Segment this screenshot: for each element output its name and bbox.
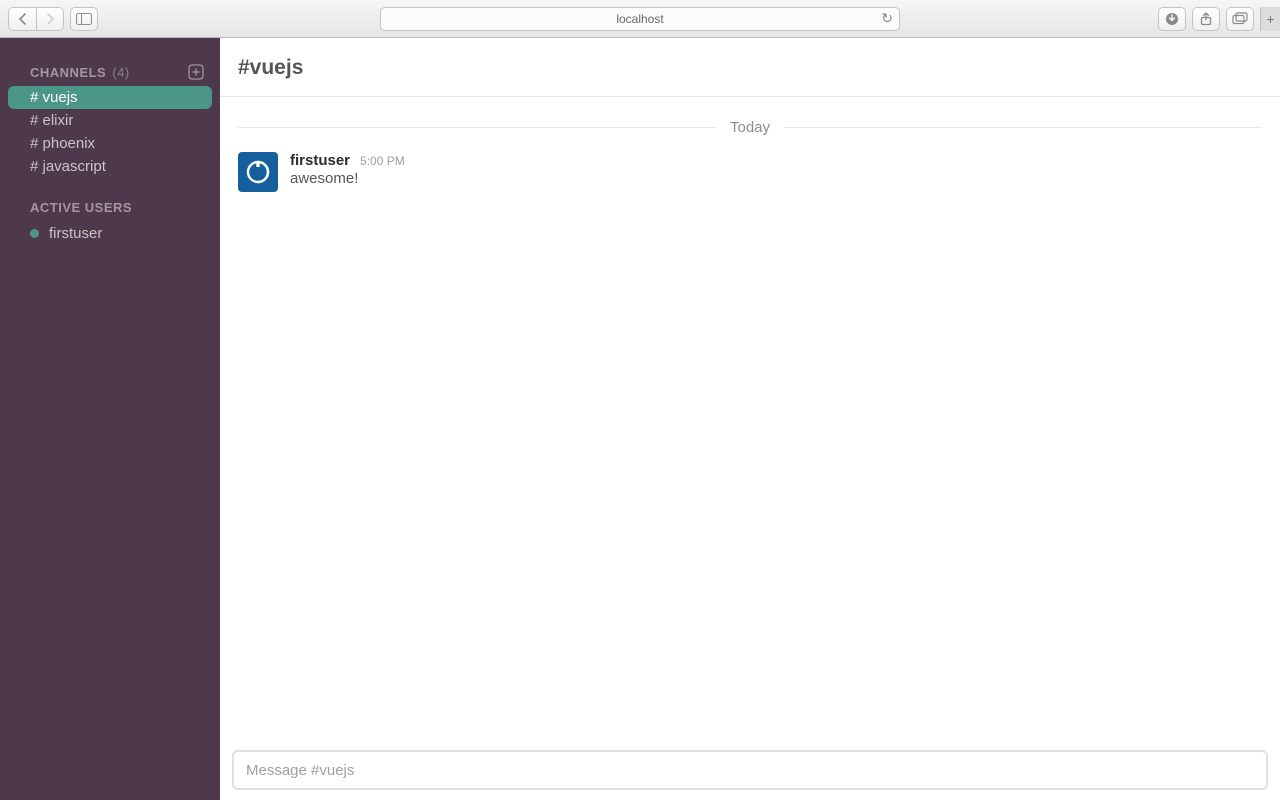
avatar[interactable] xyxy=(238,152,278,192)
sidebar-item-elixir[interactable]: # elixir xyxy=(0,109,220,132)
sidebar-item-vuejs[interactable]: # vuejs xyxy=(8,86,212,109)
address-bar[interactable]: localhost ↻ xyxy=(380,7,900,31)
message-list[interactable]: Today firstuser 5:00 PM awesome! xyxy=(220,97,1280,740)
address-text: localhost xyxy=(616,12,663,26)
message-time: 5:00 PM xyxy=(360,154,405,168)
downloads-button[interactable] xyxy=(1158,7,1186,31)
channel-label: # elixir xyxy=(30,112,73,129)
channel-label: # phoenix xyxy=(30,135,95,152)
sidebar-item-javascript[interactable]: # javascript xyxy=(0,155,220,178)
share-button[interactable] xyxy=(1192,7,1220,31)
channel-list: # vuejs # elixir # phoenix # javascript xyxy=(0,86,220,178)
sidebar-item-phoenix[interactable]: # phoenix xyxy=(0,132,220,155)
nav-back-button[interactable] xyxy=(8,7,36,31)
channels-title: CHANNELS xyxy=(30,65,106,80)
reload-icon[interactable]: ↻ xyxy=(881,10,893,27)
user-name: firstuser xyxy=(49,225,102,242)
channels-header: CHANNELS (4) xyxy=(0,56,220,86)
active-users-header: ACTIVE USERS xyxy=(0,192,220,221)
add-channel-icon[interactable] xyxy=(188,64,204,80)
channels-count: (4) xyxy=(112,65,129,80)
message-input[interactable] xyxy=(232,750,1268,790)
channel-label: # javascript xyxy=(30,158,106,175)
message-author[interactable]: firstuser xyxy=(290,152,350,169)
channel-header: #vuejs xyxy=(220,38,1280,97)
new-tab-button[interactable]: + xyxy=(1260,7,1280,31)
sidebar: CHANNELS (4) # vuejs # elixir # phoenix … xyxy=(0,38,220,800)
channel-label: # vuejs xyxy=(30,89,78,106)
nav-forward-button[interactable] xyxy=(36,7,64,31)
channel-name: #vuejs xyxy=(238,56,303,79)
presence-online-icon xyxy=(30,229,39,238)
date-label: Today xyxy=(716,119,784,136)
user-item[interactable]: firstuser xyxy=(0,221,220,246)
sidebar-toggle-button[interactable] xyxy=(70,7,98,31)
message-text: awesome! xyxy=(290,170,1262,187)
composer xyxy=(220,740,1280,800)
date-divider: Today xyxy=(238,119,1262,136)
active-users-title: ACTIVE USERS xyxy=(30,200,132,215)
browser-toolbar: localhost ↻ + xyxy=(0,0,1280,38)
message: firstuser 5:00 PM awesome! xyxy=(238,148,1262,196)
tabs-button[interactable] xyxy=(1226,7,1254,31)
main-panel: #vuejs Today firstuser 5:00 PM xyxy=(220,38,1280,800)
